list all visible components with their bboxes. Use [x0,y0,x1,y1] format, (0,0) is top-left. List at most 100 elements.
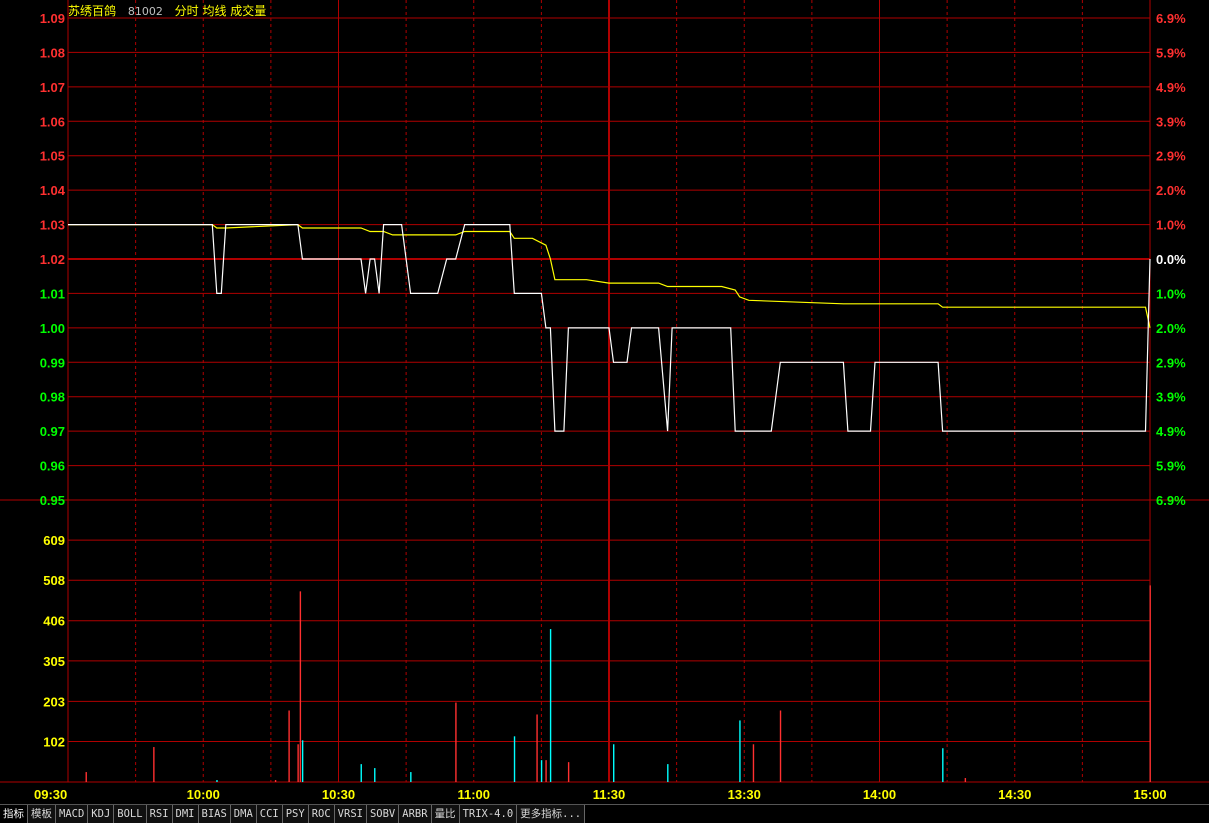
price-tick-label: 0.97 [40,424,65,439]
volume-tick-label: 102 [43,734,65,749]
percent-tick-label: 1.0% [1156,218,1186,233]
time-tick-label: 10:30 [322,787,355,802]
time-tick-label: 11:00 [457,787,490,802]
stock-code: 81002 [127,5,163,18]
stock-name: 苏绣百鸽 [68,4,117,18]
indicator-tab[interactable]: RSI [146,805,173,823]
volume-bar [85,772,87,782]
volume-bar [545,760,547,782]
time-tick-label: 10:00 [187,787,220,802]
indicator-tab[interactable]: 指标 [0,805,28,823]
percent-tick-label: 2.0% [1156,183,1186,198]
indicator-tab[interactable]: VRSI [334,805,367,823]
price-tick-label: 1.01 [40,286,65,301]
price-tick-label: 0.96 [40,459,65,474]
volume-bar [613,744,615,782]
percent-axis-labels: 6.9% 5.9% 4.9% 3.9% 2.9% 2.0% 1.0% 0.0% 1.0% 2.0%… [1156,11,1186,508]
indicator-tab[interactable]: PSY [282,805,309,823]
volume-bar [549,629,552,782]
volume-bar [216,780,218,782]
volume-bar [1149,585,1151,782]
volume-bar [153,747,155,782]
percent-tick-label: 2.9% [1156,149,1186,164]
volume-bar [739,720,741,782]
volume-tick-label: 203 [43,694,65,709]
volume-bar [942,748,944,782]
volume-bar [455,702,457,782]
volume-bar [964,778,967,782]
volume-bar [410,772,412,782]
volume-bar [540,760,543,782]
price-tick-label: 0.95 [40,493,65,508]
price-tick-label: 1.03 [40,218,65,233]
indicator-tab[interactable]: BOLL [114,805,147,823]
indicator-tab[interactable]: 更多指标... [517,805,586,823]
price-tick-label: 1.06 [40,114,65,129]
time-tick-label: 14:30 [998,787,1031,802]
volume-bar [297,744,299,782]
volume-bar [288,710,290,782]
price-axis-labels: 1.09 1.08 1.07 1.06 1.05 1.04 1.03 1.02 1.01 1.00… [40,11,66,508]
volume-bar [301,740,304,782]
indicator-tab[interactable]: DMA [230,805,257,823]
indicator-tab[interactable]: 模板 [28,805,56,823]
percent-tick-label: 6.9% [1156,11,1186,26]
volume-bar [374,768,376,782]
percent-tick-label: 0.0% [1156,252,1186,267]
price-tick-label: 1.02 [40,252,65,267]
chart-grid [0,0,1209,783]
time-axis-labels: 09:30 10:00 10:30 11:00 11:30 13:30 14:00 14:30… [34,787,1167,802]
volume-bar [779,710,782,782]
intraday-chart: 1.09 1.08 1.07 1.06 1.05 1.04 1.03 1.02 1.01 1.00… [0,0,1209,802]
price-tick-label: 1.04 [40,183,66,198]
volume-tick-label: 305 [43,654,65,669]
indicator-tab[interactable]: SOBV [366,805,400,823]
price-tick-label: 0.99 [40,355,65,370]
volume-tick-label: 609 [43,533,65,548]
volume-bar [667,764,669,782]
price-tick-label: 1.07 [40,80,65,95]
volume-bar [752,744,755,782]
volume-bar [360,764,362,782]
indicator-tab[interactable]: BIAS [198,805,231,823]
price-tick-label: 1.09 [40,11,65,26]
percent-tick-label: 1.0% [1156,286,1186,301]
volume-tick-label: 406 [43,614,65,629]
percent-tick-label: 3.9% [1156,114,1186,129]
chart-header: 苏绣百鸽 81002 分时 均线 成交量 [68,2,274,19]
time-tick-label: 11:30 [593,787,626,802]
percent-tick-label: 2.9% [1156,355,1186,370]
indicator-tab[interactable]: TRIX-4.0 [459,805,518,823]
time-tick-label: 14:00 [863,787,896,802]
percent-tick-label: 5.9% [1156,459,1186,474]
price-tick-label: 0.98 [40,390,65,405]
price-tick-label: 1.05 [40,149,65,164]
indicator-tab[interactable]: CCI [256,805,283,823]
volume-bar [567,762,570,782]
indicator-tab-bar: 指标 模板 MACD KDJ BOLL RSI DMI BIAS DMA CCI PSY ROC VRS… [0,804,1209,823]
price-tick-label: 1.00 [40,321,65,336]
volume-tick-label: 508 [43,573,65,588]
percent-tick-label: 3.9% [1156,390,1186,405]
time-tick-label: 15:00 [1133,787,1166,802]
percent-tick-label: 5.9% [1156,45,1186,60]
percent-tick-label: 2.0% [1156,321,1186,336]
indicator-tab[interactable]: ROC [308,805,335,823]
percent-tick-label: 4.9% [1156,80,1186,95]
time-tick-label: 09:30 [34,787,67,802]
indicator-tab[interactable]: MACD [56,805,89,823]
percent-tick-label: 4.9% [1156,424,1186,439]
volume-bar [513,736,516,782]
indicator-tab[interactable]: 量比 [431,805,460,823]
time-tick-label: 13:30 [728,787,761,802]
indicator-tab[interactable]: KDJ [88,805,115,823]
volume-axis-labels: 609 508 406 305 203 102 [43,533,65,749]
volume-bar [299,591,302,782]
indicator-tab[interactable]: ARBR [399,805,432,823]
volume-bars [85,585,1151,782]
indicator-tab[interactable]: DMI [172,805,199,823]
chart-mode-items: 分时 均线 成交量 [174,4,267,18]
volume-bar [274,780,277,782]
price-tick-label: 1.08 [40,45,65,60]
percent-tick-label: 6.9% [1156,493,1186,508]
